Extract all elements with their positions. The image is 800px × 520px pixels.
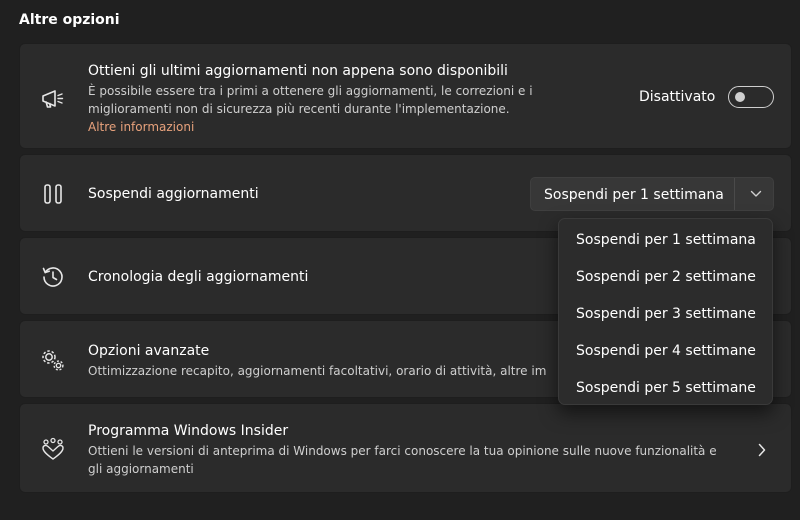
toggle-state-label: Disattivato [639,89,716,105]
windows-insider-card[interactable]: Programma Windows Insider Ottieni le ver… [19,403,792,493]
toggle-knob [735,92,745,102]
latest-updates-title: Ottieni gli ultimi aggiornamenti non app… [88,63,508,79]
pause-option-4-weeks[interactable]: Sospendi per 4 settimane [559,333,772,370]
pause-icon [40,181,66,207]
history-icon [40,264,66,290]
chevron-down-icon[interactable] [737,178,775,210]
pause-duration-value: Sospendi per 1 settimana [544,187,724,203]
insider-hearts-icon [40,436,66,462]
combo-separator [734,178,735,210]
pause-option-1-week[interactable]: Sospendi per 1 settimana [559,222,772,259]
advanced-options-title: Opzioni avanzate [88,343,210,359]
pause-updates-title: Sospendi aggiornamenti [88,186,259,202]
pause-option-3-weeks[interactable]: Sospendi per 3 settimane [559,296,772,333]
megaphone-icon [40,86,66,112]
windows-insider-title: Programma Windows Insider [88,423,289,439]
latest-updates-desc-line2: miglioramenti non di sicurezza più recen… [88,102,510,116]
windows-insider-desc-line2: gli aggiornamenti [88,462,194,476]
pause-option-2-weeks[interactable]: Sospendi per 2 settimane [559,259,772,296]
latest-updates-card: Ottieni gli ultimi aggiornamenti non app… [19,43,792,149]
more-info-link[interactable]: Altre informazioni [88,120,194,134]
section-title: Altre opzioni [19,12,120,28]
chevron-right-icon [758,442,766,461]
latest-updates-toggle[interactable] [728,86,774,108]
windows-insider-desc-line1: Ottieni le versioni di anteprima di Wind… [88,444,717,458]
advanced-options-desc: Ottimizzazione recapito, aggiornamenti f… [88,364,547,378]
update-history-title: Cronologia degli aggiornamenti [88,269,309,285]
gears-icon [40,347,66,373]
pause-option-5-weeks[interactable]: Sospendi per 5 settimane [559,370,772,407]
latest-updates-desc-line1: È possibile essere tra i primi a ottener… [88,84,533,98]
pause-duration-select[interactable]: Sospendi per 1 settimana [530,177,774,211]
pause-duration-dropdown: Sospendi per 1 settimana Sospendi per 2 … [558,218,773,405]
